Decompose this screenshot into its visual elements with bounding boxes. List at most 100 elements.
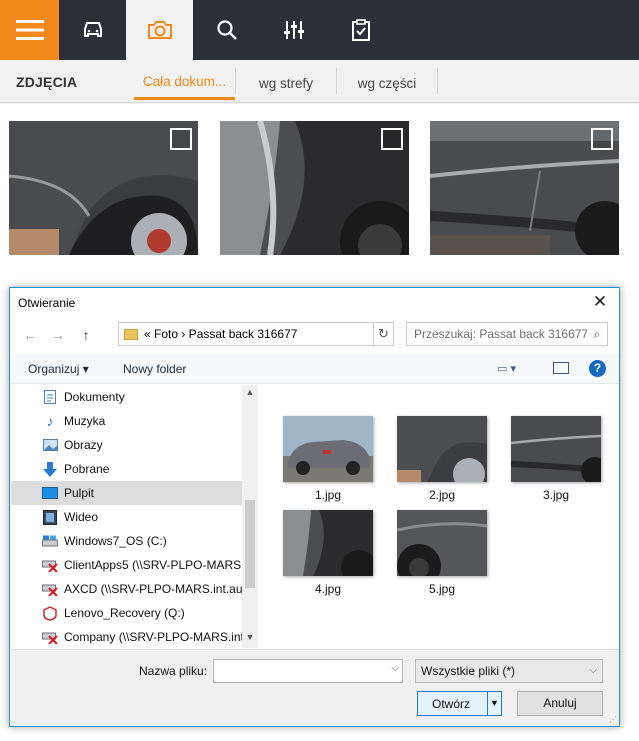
sidebar-item-label: AXCD (\\SRV-PLPO-MARS.int.aud: [64, 582, 250, 596]
close-icon[interactable]: ✕: [591, 293, 609, 311]
help-icon[interactable]: ?: [589, 360, 606, 377]
chevron-down-icon: ⌵: [589, 665, 597, 676]
scrollbar-thumb[interactable]: [245, 500, 255, 588]
cancel-button[interactable]: Anuluj: [517, 691, 603, 716]
forward-arrow-icon[interactable]: →: [48, 326, 68, 344]
search-icon: [216, 20, 237, 40]
camera-icon: [147, 21, 172, 39]
top-nav: [0, 0, 639, 60]
search-placeholder: Przeszukaj: Passat back 316677: [414, 327, 587, 341]
file-list: 1.jpg 2.jpg 3.jpg 4.jpg 5.jpg: [262, 385, 619, 648]
sidebar-item-label: Company (\\SRV-PLPO-MARS.int.: [64, 630, 248, 644]
sidebar-item-clientapps[interactable]: ClientApps5 (\\SRV-PLPO-MARS.i: [11, 553, 258, 577]
up-arrow-icon[interactable]: ↑: [76, 326, 96, 344]
car-icon: [83, 22, 102, 37]
new-folder-button[interactable]: Nowy folder: [123, 362, 186, 376]
address-bar[interactable]: « Foto › Passat back 316677 ↻: [118, 322, 394, 346]
sidebar-item-documents[interactable]: Dokumenty: [11, 385, 258, 409]
sidebar-item-label: Lenovo_Recovery (Q:): [64, 606, 185, 620]
sidebar-item-pictures[interactable]: Obrazy: [11, 433, 258, 457]
network-drive-disconnected-icon: [42, 557, 58, 573]
sidebar-scrollbar[interactable]: ▲ ▼: [242, 385, 258, 648]
file-thumbnail: [397, 510, 487, 576]
search-nav-button[interactable]: [193, 0, 260, 60]
photos-nav-button[interactable]: [126, 0, 193, 60]
preview-pane-icon[interactable]: [553, 362, 569, 374]
file-item[interactable]: 3.jpg: [510, 416, 602, 502]
sliders-icon: [283, 21, 304, 39]
search-input[interactable]: Przeszukaj: Passat back 316677 ⌕: [406, 322, 608, 346]
scroll-down-icon[interactable]: ▼: [242, 632, 258, 646]
open-button[interactable]: Otwórz ▼: [417, 691, 502, 716]
tab-divider: [437, 68, 438, 94]
file-item[interactable]: 2.jpg: [396, 416, 488, 502]
network-drive-disconnected-icon: [42, 581, 58, 597]
file-thumbnail: [283, 416, 373, 482]
tab-by-part[interactable]: wg części: [337, 66, 437, 100]
sidebar-item-video[interactable]: Wideo: [11, 505, 258, 529]
photo-checkbox[interactable]: [381, 128, 403, 150]
checklist-nav-button[interactable]: [327, 0, 394, 60]
refresh-icon[interactable]: ↻: [373, 323, 393, 345]
sidebar-item-label: Pobrane: [64, 462, 110, 476]
sidebar-item-music[interactable]: ♪ Muzyka: [11, 409, 258, 433]
photo-checkbox[interactable]: [170, 128, 192, 150]
navigation-arrows: ← → ↑: [20, 326, 96, 344]
sidebar-item-label: Obrazy: [64, 438, 103, 452]
file-item[interactable]: 1.jpg: [282, 416, 374, 502]
view-options-icon[interactable]: ▭ ▾: [497, 362, 516, 375]
file-thumbnail: [397, 416, 487, 482]
photo-checkbox[interactable]: [591, 128, 613, 150]
filename-label: Nazwa pliku:: [139, 664, 208, 678]
tab-bar: ZDJĘCIA Cała dokum... wg strefy wg częśc…: [0, 60, 639, 103]
resize-grip-icon[interactable]: ⋰: [609, 715, 617, 724]
app-root: ZDJĘCIA Cała dokum... wg strefy wg częśc…: [0, 0, 639, 741]
search-icon: ⌕: [593, 326, 601, 341]
sidebar-item-axcd[interactable]: AXCD (\\SRV-PLPO-MARS.int.aud: [11, 577, 258, 601]
sidebar-item-desktop[interactable]: Pulpit: [11, 481, 258, 505]
filename-input[interactable]: [213, 659, 403, 683]
file-item[interactable]: 5.jpg: [396, 510, 488, 596]
tab-whole-documentation[interactable]: Cała dokum...: [134, 66, 235, 100]
pictures-icon: [42, 437, 58, 453]
sidebar-item-recovery[interactable]: Lenovo_Recovery (Q:): [11, 601, 258, 625]
folder-icon: [124, 328, 138, 340]
sidebar-item-label: Muzyka: [64, 414, 106, 428]
file-name: 1.jpg: [314, 488, 342, 502]
file-item[interactable]: 4.jpg: [282, 510, 374, 596]
file-thumbnail: [283, 510, 373, 576]
breadcrumb[interactable]: « Foto › Passat back 316677: [144, 327, 373, 341]
sidebar-item-company[interactable]: Company (\\SRV-PLPO-MARS.int.: [11, 625, 258, 648]
tab-by-zone[interactable]: wg strefy: [236, 66, 336, 100]
back-arrow-icon[interactable]: ←: [20, 326, 40, 344]
settings-nav-button[interactable]: [260, 0, 327, 60]
organize-button[interactable]: Organizuj ▾: [28, 362, 89, 376]
command-bar: Organizuj ▾ Nowy folder ▭ ▾ ?: [11, 354, 619, 384]
open-button-label: Otwórz: [432, 697, 471, 711]
sidebar-item-label: Dokumenty: [64, 390, 125, 404]
file-type-select[interactable]: Wszystkie pliki (*) ⌵: [415, 659, 603, 683]
dialog-title: Otwieranie: [18, 296, 76, 310]
music-icon: ♪: [46, 413, 54, 429]
photo-thumbnail[interactable]: [430, 121, 619, 255]
file-type-value: Wszystkie pliki (*): [421, 664, 516, 678]
photo-thumbnail[interactable]: [220, 121, 409, 255]
file-name: 2.jpg: [428, 488, 456, 502]
file-thumbnail: [511, 416, 601, 482]
sidebar-item-label: Pulpit: [64, 486, 95, 500]
recovery-drive-icon: [42, 605, 58, 621]
hamburger-menu-icon: [15, 20, 44, 40]
sidebar-item-downloads[interactable]: Pobrane: [11, 457, 258, 481]
sidebar-item-drive-c[interactable]: Windows7_OS (C:): [11, 529, 258, 553]
photo-thumbnail[interactable]: [9, 121, 198, 255]
drive-icon: [42, 533, 58, 549]
sidebar-item-label: Wideo: [64, 510, 99, 524]
documents-icon: [42, 389, 58, 405]
section-title: ZDJĘCIA: [16, 74, 78, 90]
open-file-dialog: Otwieranie ✕ ← → ↑ « Foto › Passat back …: [9, 287, 620, 727]
downloads-icon: [42, 461, 58, 477]
open-options-chevron-icon[interactable]: ▼: [487, 692, 501, 715]
scroll-up-icon[interactable]: ▲: [242, 387, 258, 401]
vehicle-nav-button[interactable]: [59, 0, 126, 60]
menu-button[interactable]: [0, 0, 59, 60]
